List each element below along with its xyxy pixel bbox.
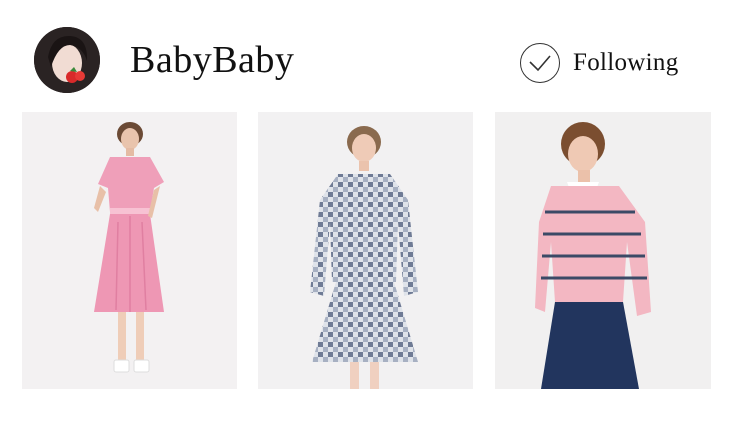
following-button[interactable]: Following <box>520 42 679 84</box>
profile-header: BabyBaby Following <box>0 0 750 110</box>
avatar-image <box>34 27 100 93</box>
check-jacket-skirt-set-photo <box>258 112 473 389</box>
pink-striped-sweater-photo <box>495 112 711 389</box>
check-circle-icon <box>520 43 560 83</box>
username: BabyBaby <box>130 39 295 81</box>
product-tile-1[interactable] <box>22 112 237 389</box>
product-tile-2[interactable] <box>258 112 473 389</box>
pink-shirt-dress-photo <box>22 112 237 389</box>
following-label: Following <box>573 49 679 76</box>
avatar[interactable] <box>34 27 100 93</box>
product-tile-3[interactable] <box>495 112 711 389</box>
